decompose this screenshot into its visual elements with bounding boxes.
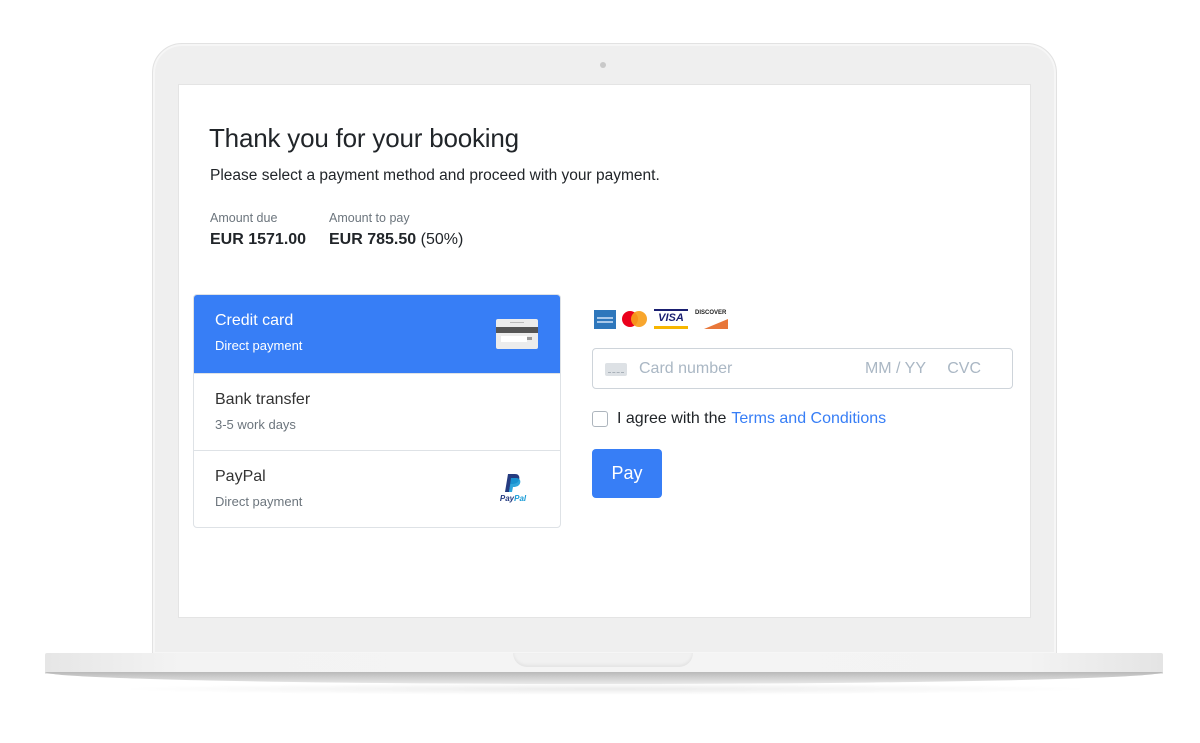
terms-agreement: I agree with the Terms and Conditions bbox=[592, 410, 886, 428]
card-details-input[interactable]: Card number MM / YY CVC bbox=[592, 348, 1013, 389]
terms-label: I agree with the bbox=[617, 410, 727, 427]
card-brand-logos: VISA DISCOVER bbox=[594, 309, 728, 329]
amount-to-pay-value: EUR 785.50 bbox=[329, 231, 417, 248]
paypal-icon: PayPal bbox=[496, 473, 530, 503]
credit-card-icon bbox=[496, 319, 538, 349]
payment-method-subtitle: Direct payment bbox=[215, 494, 303, 509]
payment-method-subtitle: Direct payment bbox=[215, 338, 303, 353]
payment-method-bank-transfer[interactable]: Bank transfer 3-5 work days bbox=[194, 373, 560, 450]
amount-to-pay-percent: (50%) bbox=[420, 231, 464, 248]
paypal-logo-text: PayPal bbox=[499, 494, 527, 503]
page-title: Thank you for your booking bbox=[209, 123, 519, 153]
card-expiry-placeholder[interactable]: MM / YY bbox=[865, 360, 926, 378]
discover-icon: DISCOVER bbox=[694, 309, 728, 329]
card-number-placeholder[interactable]: Card number bbox=[639, 360, 732, 378]
card-icon bbox=[605, 363, 627, 376]
amex-icon bbox=[594, 309, 616, 329]
mastercard-icon bbox=[622, 310, 648, 328]
laptop-notch bbox=[513, 653, 693, 667]
laptop-screen: Thank you for your booking Please select… bbox=[178, 84, 1031, 618]
amount-due-label: Amount due bbox=[210, 211, 278, 225]
amount-to-pay-label: Amount to pay bbox=[329, 211, 410, 225]
card-cvc-placeholder[interactable]: CVC bbox=[947, 360, 981, 378]
terms-checkbox[interactable] bbox=[592, 411, 608, 427]
payment-method-paypal[interactable]: PayPal Direct payment PayPal bbox=[194, 450, 560, 527]
page-subtitle: Please select a payment method and proce… bbox=[210, 167, 660, 184]
payment-method-credit-card[interactable]: Credit card Direct payment bbox=[194, 295, 560, 373]
amount-to-pay: Amount to pay EUR 785.50 (50%) bbox=[329, 211, 463, 249]
payment-method-title: Bank transfer bbox=[215, 391, 311, 408]
amount-due: Amount due EUR 1571.00 bbox=[210, 211, 306, 249]
terms-link[interactable]: Terms and Conditions bbox=[731, 410, 886, 428]
visa-icon: VISA bbox=[654, 309, 688, 329]
laptop-shadow bbox=[110, 683, 1100, 695]
amount-due-value: EUR 1571.00 bbox=[210, 231, 307, 248]
payment-method-subtitle: 3-5 work days bbox=[215, 417, 296, 432]
pay-button[interactable]: Pay bbox=[592, 449, 662, 498]
payment-method-title: Credit card bbox=[215, 312, 294, 329]
payment-method-list: Credit card Direct payment Bank transfer… bbox=[193, 294, 561, 528]
camera-icon bbox=[600, 62, 606, 68]
payment-method-title: PayPal bbox=[215, 468, 266, 485]
